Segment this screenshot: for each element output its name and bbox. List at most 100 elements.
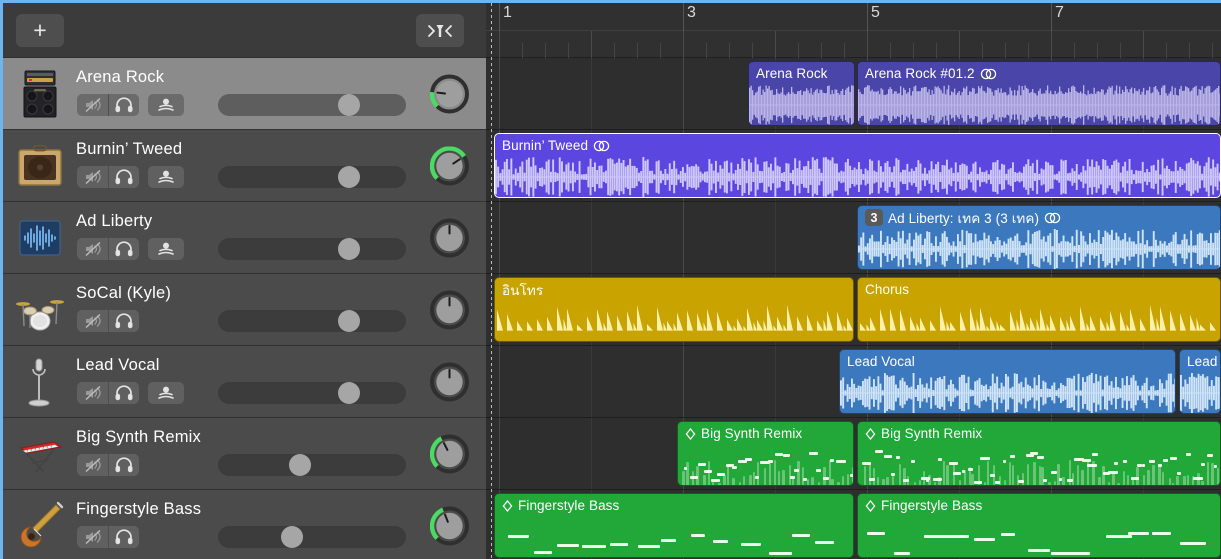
pan-knob[interactable] [430, 290, 469, 329]
volume-slider-thumb[interactable] [338, 310, 360, 332]
region-clip[interactable]: Big Synth Remix [857, 421, 1221, 486]
ruler-tick [1005, 43, 1006, 58]
guitar-amp-stack-icon [14, 68, 66, 120]
add-track-button[interactable]: + [16, 14, 64, 47]
region-header: Chorus [858, 278, 1220, 299]
pan-knob[interactable] [430, 146, 469, 185]
ruler-tick [591, 31, 592, 58]
record-enable-icon[interactable] [148, 94, 184, 116]
mute-icon[interactable] [77, 238, 108, 260]
track-header-ad-liberty[interactable]: Ad Liberty [3, 202, 486, 274]
region-clip[interactable]: Arena Rock [748, 61, 855, 126]
pan-knob[interactable] [430, 218, 469, 257]
region-clip[interactable]: Chorus [857, 277, 1221, 342]
ruler-tick [844, 43, 845, 58]
record-enable-icon[interactable] [148, 238, 184, 260]
track-header-fingerstyle-bass[interactable]: Fingerstyle Bass [3, 490, 486, 559]
mute-icon[interactable] [77, 310, 108, 332]
ruler-tick [637, 43, 638, 58]
volume-slider[interactable] [218, 526, 406, 548]
region-clip[interactable]: 3Ad Liberty: เทค 3 (3 เทค) [857, 205, 1221, 270]
volume-slider[interactable] [218, 94, 406, 116]
region-clip[interactable]: Burnin’ Tweed [494, 133, 1221, 198]
track-header-big-synth-remix[interactable]: Big Synth Remix [3, 418, 486, 490]
solo-icon[interactable] [108, 454, 139, 476]
drummer-waveform [858, 299, 1220, 341]
region-header: Lead Vocal [840, 350, 1175, 371]
ruler-bar-label: 1 [503, 4, 512, 22]
ruler-separator [486, 30, 1221, 31]
solo-icon[interactable] [108, 166, 139, 188]
region-lane-4[interactable]: Lead Vocal Lead [486, 346, 1221, 418]
mute-icon[interactable] [77, 382, 108, 404]
region-lane-6[interactable]: Fingerstyle Bass Fingerstyle Bass [486, 490, 1221, 559]
track-record-group [148, 166, 184, 188]
audio-waveform [858, 83, 1220, 125]
track-header-lead-vocal[interactable]: Lead Vocal [3, 346, 486, 418]
track-header-burnin-tweed[interactable]: Burnin’ Tweed [3, 130, 486, 202]
midi-note-grid [858, 515, 1220, 557]
region-lanes: Arena RockArena Rock #01.2Burnin’ Tweed3… [486, 58, 1221, 559]
region-lane-1[interactable]: Burnin’ Tweed [486, 130, 1221, 202]
region-clip[interactable]: อินโทร [494, 277, 854, 342]
volume-slider-thumb[interactable] [338, 166, 360, 188]
pan-knob[interactable] [430, 434, 469, 473]
track-header-socal-kyle[interactable]: SoCal (Kyle) [3, 274, 486, 346]
region-label: Ad Liberty: เทค 3 (3 เทค) [888, 207, 1039, 229]
garageband-tracks-window: + Arena RockBurnin’ TweedAd LibertySoCal… [0, 0, 1221, 559]
volume-slider-thumb[interactable] [338, 238, 360, 260]
track-mute-solo-group [77, 166, 139, 188]
audio-waveform [1180, 371, 1220, 413]
track-header-configure-icon[interactable] [416, 14, 464, 47]
region-lane-5[interactable]: Big Synth RemixBig Synth Remix [486, 418, 1221, 490]
ruler-tick [522, 43, 523, 58]
volume-slider[interactable] [218, 310, 406, 332]
track-mute-solo-group [77, 382, 139, 404]
ruler-tick [936, 43, 937, 58]
ruler-tick [1166, 43, 1167, 58]
region-lane-2[interactable]: 3Ad Liberty: เทค 3 (3 เทค) [486, 202, 1221, 274]
region-label: Lead Vocal [847, 354, 915, 369]
volume-slider-thumb[interactable] [338, 94, 360, 116]
region-label: Fingerstyle Bass [518, 498, 619, 513]
region-lane-0[interactable]: Arena RockArena Rock #01.2 [486, 58, 1221, 130]
region-clip[interactable]: Arena Rock #01.2 [857, 61, 1221, 126]
solo-icon[interactable] [108, 382, 139, 404]
ruler-tick [729, 43, 730, 58]
region-clip[interactable]: Big Synth Remix [677, 421, 854, 486]
ruler-tick [1097, 43, 1098, 58]
solo-icon[interactable] [108, 94, 139, 116]
region-clip[interactable]: Lead [1179, 349, 1221, 414]
region-clip[interactable]: Lead Vocal [839, 349, 1176, 414]
pan-knob[interactable] [430, 506, 469, 545]
pan-knob[interactable] [430, 362, 469, 401]
ruler-tick [1028, 43, 1029, 58]
track-header-arena-rock[interactable]: Arena Rock [3, 58, 486, 130]
region-clip[interactable]: Fingerstyle Bass [494, 493, 854, 558]
mute-icon[interactable] [77, 94, 108, 116]
volume-slider-thumb[interactable] [281, 526, 303, 548]
solo-icon[interactable] [108, 310, 139, 332]
mute-icon[interactable] [77, 166, 108, 188]
mute-icon[interactable] [77, 526, 108, 548]
solo-icon[interactable] [108, 526, 139, 548]
volume-slider[interactable] [218, 238, 406, 260]
volume-slider-thumb[interactable] [289, 454, 311, 476]
volume-slider[interactable] [218, 382, 406, 404]
volume-slider[interactable] [218, 166, 406, 188]
region-clip[interactable]: Fingerstyle Bass [857, 493, 1221, 558]
record-enable-icon[interactable] [148, 382, 184, 404]
volume-slider-thumb[interactable] [338, 382, 360, 404]
track-name-label: Burnin’ Tweed [76, 140, 182, 159]
grid-line [499, 202, 500, 273]
pan-knob[interactable] [430, 74, 469, 113]
solo-icon[interactable] [108, 238, 139, 260]
volume-slider[interactable] [218, 454, 406, 476]
playhead[interactable] [491, 3, 492, 559]
ruler[interactable]: 1357 [486, 3, 1221, 58]
stereo-loop-icon [593, 140, 610, 152]
ruler-tick [1074, 43, 1075, 58]
region-lane-3[interactable]: อินโทรChorus [486, 274, 1221, 346]
mute-icon[interactable] [77, 454, 108, 476]
record-enable-icon[interactable] [148, 166, 184, 188]
